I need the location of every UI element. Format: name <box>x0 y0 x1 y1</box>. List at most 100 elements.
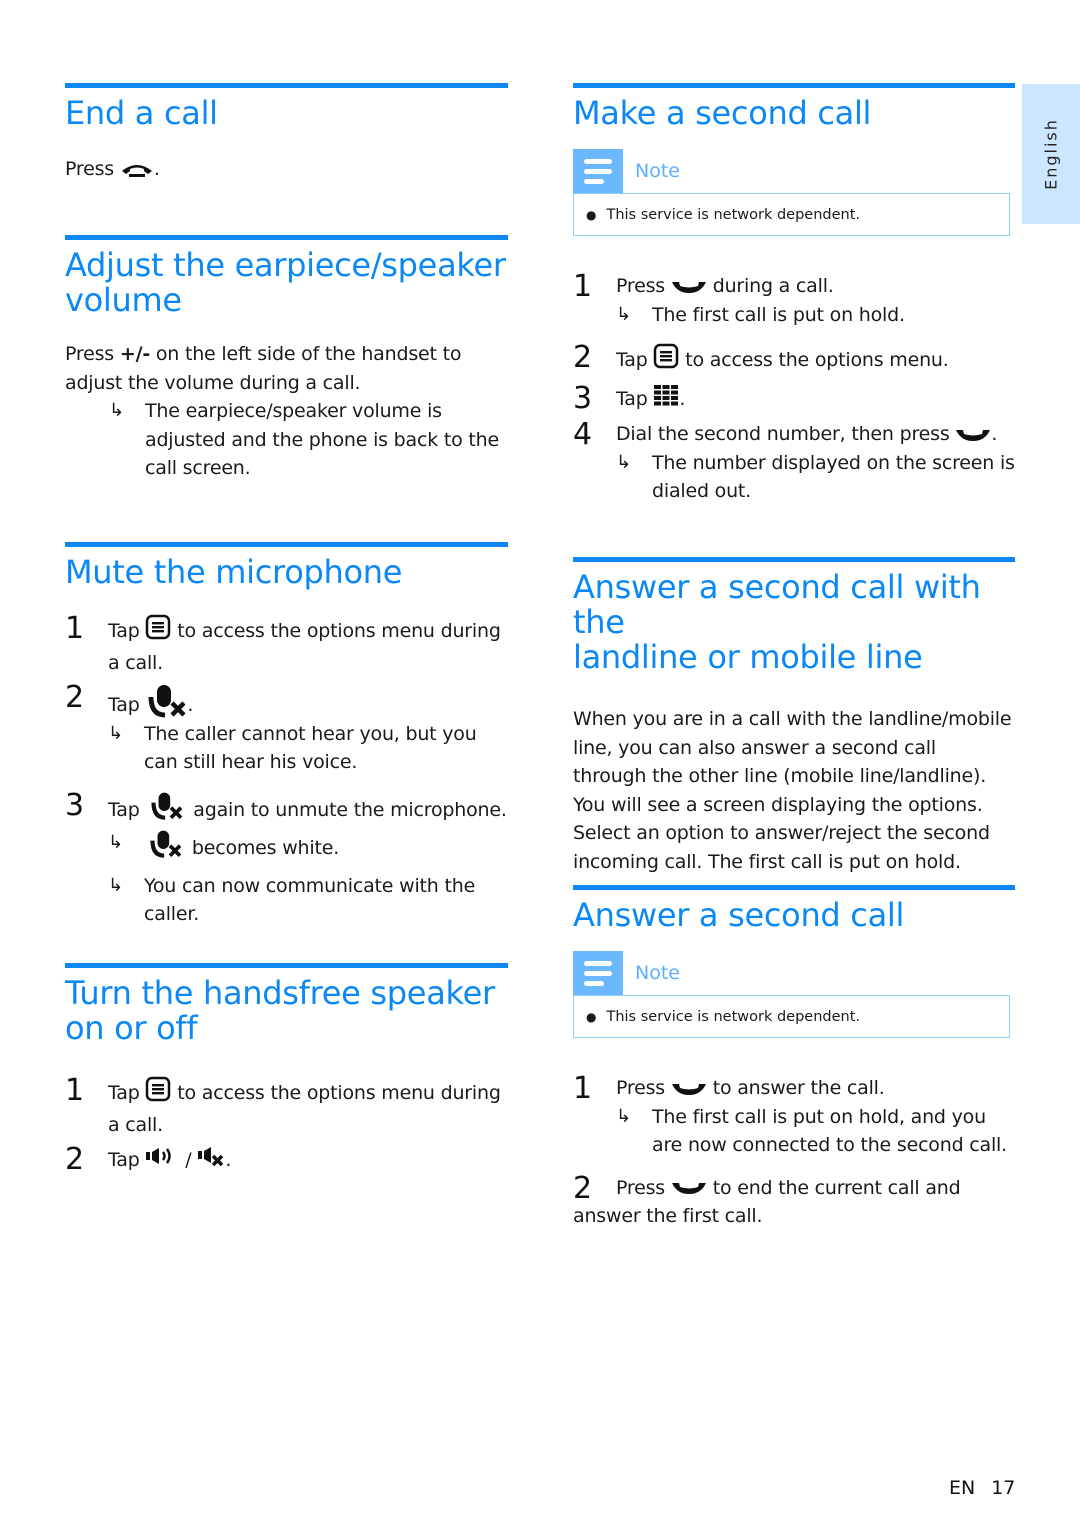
speaker-off-icon <box>197 1145 225 1176</box>
volume-key-label: +/- <box>119 343 151 365</box>
step-number: 2 <box>65 1142 84 1177</box>
instruction-text: Press <box>65 158 115 180</box>
section-rule <box>573 557 1015 562</box>
step-text: Dial the second number, then press <box>616 423 950 445</box>
result-arrow-icon: ↳ <box>108 722 123 744</box>
options-menu-icon <box>653 343 679 378</box>
result-text: The earpiece/speaker volume is adjusted … <box>145 400 499 479</box>
step-text: Tap <box>108 619 140 642</box>
result-text: becomes white. <box>191 836 340 859</box>
note-icon <box>573 951 623 995</box>
language-tab-label: English <box>1041 118 1061 190</box>
step-text: Tap <box>616 348 648 371</box>
section-answer-second-call: Answer a second call Note ● This service… <box>573 885 1015 1231</box>
keypad-icon <box>653 384 679 415</box>
result-item: ↳ The first call is put on hold, and you… <box>616 1103 1015 1160</box>
step-item: 3 Tap again to unmute the microphone. ↳ … <box>65 787 508 929</box>
section-title: Make a second call <box>573 94 872 132</box>
step-item: 1 Tap to access the options menu during … <box>65 1073 508 1139</box>
note-label: Note <box>635 160 680 182</box>
step-number: 1 <box>573 1071 592 1106</box>
note-body: ● This service is network dependent. <box>573 193 1010 236</box>
result-arrow-icon: ↳ <box>616 451 631 473</box>
step-number: 3 <box>65 787 84 823</box>
note-header: Note <box>573 951 1010 995</box>
title-line: on or off <box>65 1009 198 1047</box>
separator: / <box>185 1148 192 1171</box>
step-text: Tap <box>616 387 648 410</box>
speaker-on-icon <box>145 1146 179 1175</box>
section-rule <box>65 235 508 240</box>
language-code: EN <box>949 1477 976 1499</box>
step-text: . <box>187 693 194 716</box>
result-arrow-icon: ↳ <box>616 1105 631 1127</box>
section-title: Mute the microphone <box>65 553 403 591</box>
step-item: 2 Tap to access the options menu. <box>573 341 1015 378</box>
call-icon <box>671 1082 707 1096</box>
note-box: Note ● This service is network dependent… <box>573 149 1010 236</box>
result-text: The caller cannot hear you, but you can … <box>144 722 477 774</box>
result-item: ↳ You can now communicate with the calle… <box>108 872 508 929</box>
result-arrow-icon: ↳ <box>109 400 124 421</box>
note-icon <box>573 149 623 193</box>
step-text: to access the options menu. <box>685 348 949 371</box>
step-text: . <box>225 1148 232 1171</box>
hang-up-icon <box>120 162 154 178</box>
step-text: Tap <box>108 798 140 821</box>
section-rule <box>65 542 508 547</box>
note-header: Note <box>573 149 1010 193</box>
section-rule <box>65 83 508 88</box>
language-tab: English <box>1022 84 1080 224</box>
result-arrow-icon: ↳ <box>108 832 123 853</box>
step-text: Tap <box>108 1148 140 1171</box>
mute-mic-icon <box>145 791 187 830</box>
result-text: The first call is put on hold. <box>652 303 905 326</box>
step-number: 2 <box>65 680 84 715</box>
section-rule <box>573 885 1015 890</box>
paragraph: When you are in a call with the landline… <box>573 708 1012 873</box>
instruction-text: . <box>153 158 160 180</box>
step-text: . <box>991 423 998 445</box>
step-item: 1 Tap to access the options menu during … <box>65 611 508 677</box>
volume-instruction: Press +/- on the left side of the handse… <box>65 340 508 397</box>
step-text: Press <box>616 275 666 297</box>
step-item: 2 Press to end the current call and answ… <box>573 1171 1015 1231</box>
result-item: ↳ The caller cannot hear you, but you ca… <box>108 720 508 777</box>
step-item: 1 Press during a call. ↳ The first call … <box>573 269 1015 330</box>
step-text: during a call. <box>712 275 834 297</box>
section-title: Answer a second call <box>573 896 905 934</box>
call-icon <box>671 280 707 294</box>
options-menu-icon <box>145 1076 171 1111</box>
step-item: 4 Dial the second number, then press . ↳… <box>573 417 1015 506</box>
result-item: ↳ The earpiece/speaker volume is adjuste… <box>65 397 508 483</box>
step-number: 1 <box>65 611 84 646</box>
note-box: Note ● This service is network dependent… <box>573 951 1010 1038</box>
bullet-icon: ● <box>586 1009 597 1024</box>
section-end-call: End a call Press . <box>65 83 508 184</box>
title-line: Turn the handsfree speaker <box>65 974 495 1012</box>
step-text: Tap <box>108 1081 140 1104</box>
section-title: Adjust the earpiece/speaker volume <box>65 248 508 318</box>
result-text: The number displayed on the screen is di… <box>652 451 1015 503</box>
section-title: End a call <box>65 94 218 132</box>
step-number: 1 <box>65 1073 84 1108</box>
note-text: This service is network dependent. <box>606 206 861 223</box>
step-text: . <box>679 387 686 410</box>
result-item: ↳ The first call is put on hold. <box>616 301 1015 330</box>
section-adjust-volume: Adjust the earpiece/speaker volume Press… <box>65 235 508 483</box>
bullet-icon: ● <box>586 207 597 222</box>
result-item: ↳ becomes white. <box>108 829 508 868</box>
section-handsfree-speaker: Turn the handsfree speaker on or off 1 T… <box>65 963 508 1177</box>
step-item: 1 Press to answer the call. ↳ The first … <box>573 1071 1015 1160</box>
step-number: 1 <box>573 269 592 304</box>
section-make-second-call: Make a second call Note ● This service i… <box>573 83 1015 506</box>
note-body: ● This service is network dependent. <box>573 995 1010 1038</box>
step-text: Press <box>616 1077 666 1099</box>
note-label: Note <box>635 962 680 984</box>
end-call-instruction: Press . <box>65 155 508 184</box>
step-item: 3 Tap . <box>573 381 1015 415</box>
step-number: 4 <box>573 417 592 452</box>
mute-mic-icon <box>144 829 186 868</box>
page-footer: EN 17 <box>949 1477 1015 1499</box>
title-line: Adjust the earpiece/speaker <box>65 246 506 284</box>
